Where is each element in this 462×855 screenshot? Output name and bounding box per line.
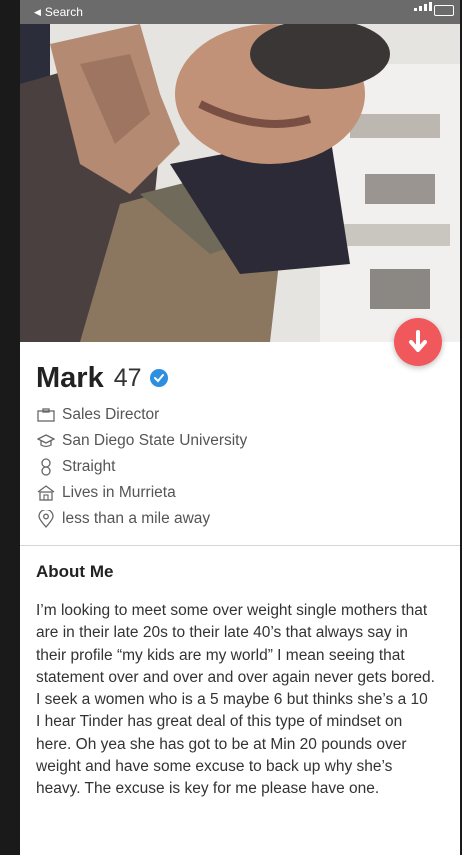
signal-icon	[414, 2, 432, 11]
detail-job-text: Sales Director	[62, 406, 160, 423]
about-title: About Me	[36, 562, 114, 581]
detail-school: San Diego State University	[36, 428, 456, 454]
back-to-search-link[interactable]: ◀ Search	[34, 5, 83, 19]
profile-info: Mark 47 Sales Director San Diego State U…	[36, 360, 456, 532]
detail-orientation: Straight	[36, 454, 456, 480]
home-icon	[36, 484, 56, 502]
detail-distance: less than a mile away	[36, 506, 456, 532]
verified-badge-icon	[149, 369, 168, 387]
location-pin-icon	[36, 510, 56, 528]
briefcase-icon	[36, 406, 56, 424]
detail-orientation-text: Straight	[62, 458, 116, 475]
profile-name: Mark	[36, 361, 104, 394]
detail-location-text: Lives in Murrieta	[62, 484, 176, 501]
back-label: Search	[44, 5, 83, 19]
about-section: About Me I’m looking to meet some over w…	[36, 562, 436, 801]
status-bar: ◀ Search	[20, 0, 460, 24]
detail-distance-text: less than a mile away	[62, 510, 211, 527]
arrow-down-icon	[409, 330, 427, 352]
detail-job: Sales Director	[36, 402, 456, 428]
graduation-cap-icon	[36, 432, 56, 450]
about-body: I’m looking to meet some over weight sin…	[36, 602, 435, 798]
detail-school-text: San Diego State University	[62, 432, 248, 449]
name-row: Mark 47	[36, 360, 456, 396]
profile-details: Sales Director San Diego State Universit…	[36, 402, 456, 532]
battery-icon	[434, 5, 454, 16]
profile-age: 47	[113, 363, 142, 392]
phone-screen: ◀ Search Mark 47 Sales Director San Dieg…	[20, 0, 460, 855]
collapse-profile-button[interactable]	[394, 318, 442, 366]
gender-icon	[36, 458, 56, 476]
detail-location: Lives in Murrieta	[36, 480, 456, 506]
profile-photo-image	[20, 24, 460, 342]
back-arrow-icon: ◀	[34, 6, 41, 17]
section-divider	[20, 545, 460, 546]
profile-photo[interactable]	[20, 24, 460, 342]
